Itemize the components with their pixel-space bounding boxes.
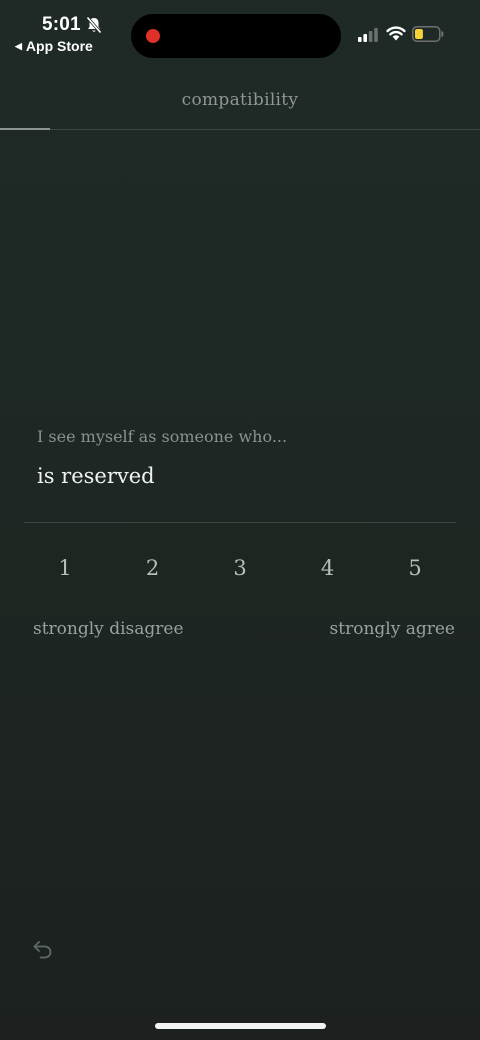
status-time: 5:01 [42, 14, 81, 35]
rating-option-3[interactable]: 3 [197, 556, 283, 580]
rating-scale: 1 2 3 4 5 [22, 556, 458, 580]
home-indicator[interactable] [155, 1023, 326, 1029]
question-statement: is reserved [37, 464, 155, 488]
progress-track [0, 129, 480, 130]
rating-option-2[interactable]: 2 [110, 556, 196, 580]
dynamic-island [131, 14, 341, 58]
rating-option-4[interactable]: 4 [285, 556, 371, 580]
rating-option-1[interactable]: 1 [22, 556, 108, 580]
question-prompt: I see myself as someone who... [37, 427, 288, 446]
back-app-label: App Store [25, 38, 93, 54]
back-arrow-icon: ◀ [15, 40, 22, 51]
page-title: compatibility [181, 90, 299, 110]
back-to-app-store-link[interactable]: ◀ App Store [15, 38, 93, 54]
divider [24, 522, 456, 523]
cellular-signal-icon [358, 28, 378, 42]
rating-option-5[interactable]: 5 [372, 556, 458, 580]
battery-icon [412, 26, 444, 42]
scale-max-label: strongly agree [329, 619, 455, 639]
bell-slash-icon [86, 16, 102, 34]
progress-bar [0, 128, 50, 130]
recording-indicator-icon [146, 29, 160, 43]
undo-icon[interactable] [30, 936, 56, 962]
wifi-icon [386, 26, 406, 41]
scale-min-label: strongly disagree [33, 619, 184, 639]
status-bar: 5:01 ◀ App Store [0, 0, 480, 64]
